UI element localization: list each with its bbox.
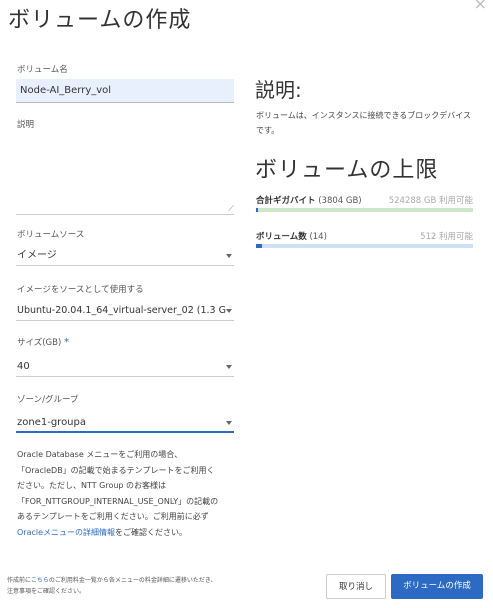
notice-line: 「FOR_NTTGROUP_INTERNAL_USE_ONLY」の記載の [17,496,219,506]
zone-select[interactable]: zone1-groupa [16,413,234,433]
notice-line: Oracle Database メニューをご利用の場合、 [17,450,183,459]
zone-value: zone1-groupa [17,417,86,428]
create-volume-button[interactable]: ボリュームの作成 [391,574,483,599]
quota-bar [256,244,473,248]
volume-source-value: イメージ [17,250,57,261]
quota-available: 512 利用可能 [420,232,473,242]
pricing-link[interactable]: こちら [31,577,49,584]
description-label: 説明 [17,120,35,130]
notice-line: ださい。ただし、NTT Group のお客様は [17,481,167,490]
notice-line: あるテンプレートをご利用ください。ご利用前に必ず [17,512,209,521]
footer-note-prefix: 作成前に [7,577,31,584]
footer-note: 作成前にこちらのご利用料金一覧から各メニューの料金詳細に遷移いただき、 注意事項… [7,575,257,597]
size-label: サイズ(GB) * [17,336,69,348]
notice-line: 「OracleDB」の記載で始まるテンプレートをご利用く [17,465,215,475]
volume-name-label: ボリューム名 [17,65,68,75]
oracle-details-link[interactable]: Oracleメニューの詳細情報 [17,528,115,537]
footer-note-mid: のご利用料金一覧から各メニューの料金詳細に遷移いただき、 [48,577,217,584]
image-source-select[interactable]: Ubuntu-20.04.1_64_virtual-server_02 (1.3… [16,301,234,321]
quota-count: (3804 GB) [318,196,362,206]
size-value: 40 [17,361,30,372]
quota-available: 524288 GB 利用可能 [388,196,473,206]
limits-heading: ボリュームの上限 [255,158,439,183]
description-heading: 説明: [255,78,302,102]
chevron-down-icon [226,421,232,425]
required-marker: * [64,337,69,348]
notice-suffix: をご確認ください。 [115,527,188,537]
volume-source-label: ボリュームソース [17,230,85,240]
quota-name: 合計ギガバイト [256,196,316,206]
chevron-down-icon [226,254,232,258]
quota-bar-fill [256,208,258,212]
image-source-value: Ubuntu-20.04.1_64_virtual-server_02 (1.3… [17,305,226,316]
chevron-down-icon [226,365,232,369]
resize-handle-icon[interactable]: ⟋ [228,205,234,213]
volume-name-input[interactable]: Node-AI_Berry_vol [16,79,234,103]
image-source-label: イメージをソースとして使用する [17,285,144,295]
description-text: ボリュームは、インスタンスに接続できるブロックデバイスです。 [256,111,472,135]
quota-name: ボリューム数 [256,232,307,242]
chevron-down-icon [226,309,232,313]
quota-gigabytes: 合計ギガバイト (3804 GB) 524288 GB 利用可能 [256,194,473,212]
quota-bar [256,208,473,212]
oracle-notice: Oracle Database メニューをご利用の場合、 「OracleDB」の… [17,447,242,540]
size-label-text: サイズ(GB) [17,338,62,348]
size-select[interactable]: 40 [16,357,234,377]
quota-bar-fill [256,244,262,248]
notice-line: Oracleメニューの詳細情報をご確認ください。 [17,525,242,541]
quota-volumes: ボリューム数 (14) 512 利用可能 [256,230,473,248]
description-textarea[interactable]: ⟋ [16,132,234,215]
footer-note-line2: 注意事項をご確認ください。 [7,588,86,595]
close-icon[interactable]: × [474,0,487,13]
volume-source-select[interactable]: イメージ [16,246,234,266]
quota-count: (14) [309,232,327,242]
zone-label: ゾーン/グループ [17,395,79,405]
dialog-title: ボリュームの作成 [8,8,192,33]
cancel-button[interactable]: 取り消し [326,574,386,599]
footer-note-line: 作成前にこちらのご利用料金一覧から各メニューの料金詳細に遷移いただき、 [7,575,257,586]
